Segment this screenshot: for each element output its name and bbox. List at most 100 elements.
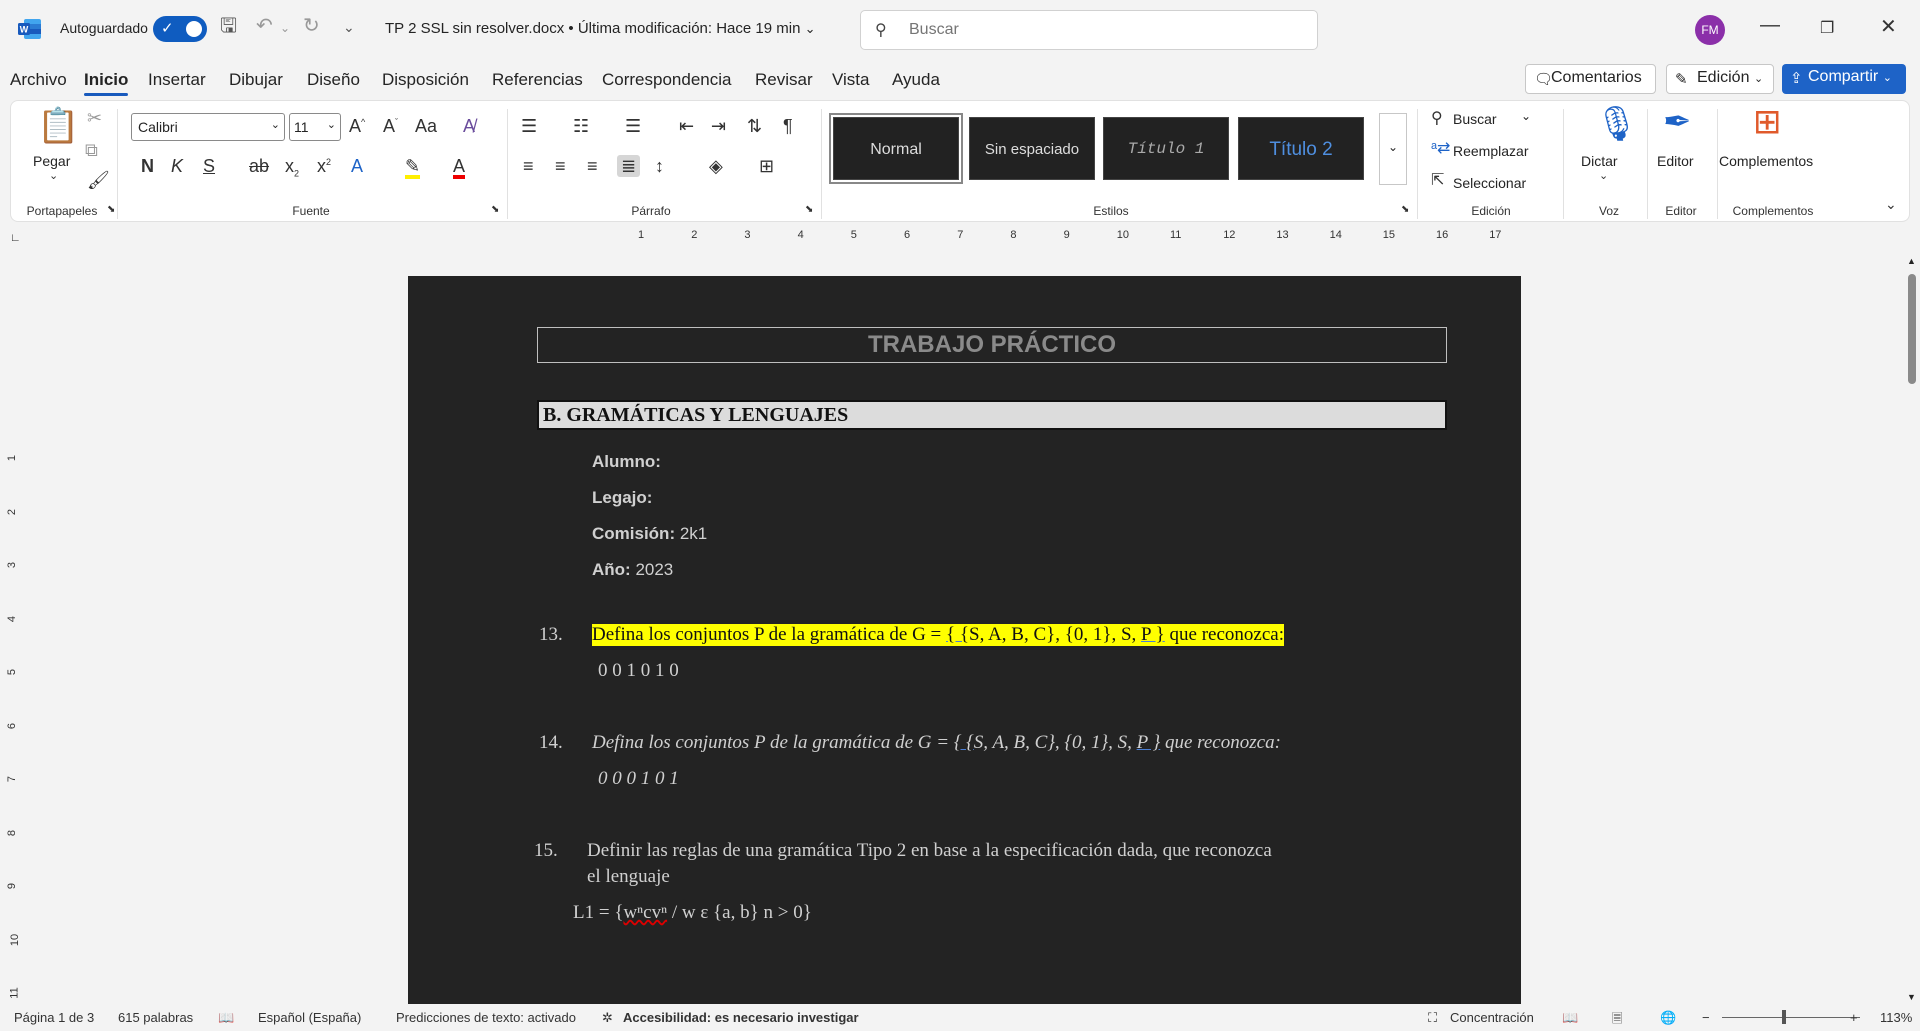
superscript-icon[interactable]: x2: [317, 157, 331, 175]
align-right-icon[interactable]: ≡: [587, 157, 598, 175]
change-case-icon[interactable]: Aa: [415, 117, 437, 135]
tab-inicio[interactable]: Inicio: [84, 70, 129, 96]
dialog-launcher-icon[interactable]: ⬊: [107, 205, 115, 215]
tab-diseno[interactable]: Diseño: [307, 70, 360, 90]
vertical-scrollbar[interactable]: ▲ ▼: [1904, 254, 1920, 1004]
proofing-icon[interactable]: 📖: [218, 1010, 234, 1026]
tab-ayuda[interactable]: Ayuda: [892, 70, 940, 90]
tab-archivo[interactable]: Archivo: [10, 70, 67, 90]
undo-icon[interactable]: ↶: [256, 16, 273, 36]
align-center-icon[interactable]: ≡: [555, 157, 566, 175]
subscript-icon[interactable]: x2: [285, 157, 299, 179]
style-heading-2[interactable]: Título 2: [1238, 117, 1364, 180]
avatar[interactable]: FM: [1695, 15, 1725, 45]
shrink-font-icon[interactable]: Aˇ: [383, 117, 398, 135]
grow-font-icon[interactable]: A^: [349, 117, 365, 135]
style-heading-1[interactable]: Título 1: [1103, 117, 1229, 180]
zoom-out-icon[interactable]: −: [1702, 1010, 1710, 1025]
paste-icon[interactable]: 📋: [37, 109, 79, 143]
bullets-icon[interactable]: ☰: [521, 117, 537, 135]
tab-correspondencia[interactable]: Correspondencia: [602, 70, 731, 90]
customize-toolbar-icon[interactable]: ⌄: [343, 20, 355, 34]
editing-mode-button[interactable]: ✎ Edición ⌄: [1666, 64, 1774, 94]
multilevel-list-icon[interactable]: ☰: [625, 117, 641, 135]
document-title[interactable]: TP 2 SSL sin resolver.docx • Última modi…: [385, 20, 816, 37]
redo-icon[interactable]: ↻: [303, 16, 320, 36]
replace-button[interactable]: Reemplazar: [1453, 143, 1528, 159]
numbering-icon[interactable]: ☷: [573, 117, 589, 135]
chevron-down-icon[interactable]: ⌄: [1521, 109, 1531, 123]
italic-icon[interactable]: K: [171, 157, 183, 175]
font-color-icon[interactable]: A: [453, 157, 466, 179]
style-no-spacing[interactable]: Sin espaciado: [969, 117, 1095, 180]
scroll-down-icon[interactable]: ▼: [1907, 992, 1916, 1002]
highlight-color-icon[interactable]: ✎: [405, 157, 421, 179]
save-icon[interactable]: 🖫: [220, 16, 237, 36]
collapse-ribbon-icon[interactable]: ⌄: [1885, 197, 1897, 211]
tab-vista[interactable]: Vista: [832, 70, 870, 90]
print-layout-icon[interactable]: 🗏: [1612, 1010, 1622, 1031]
justify-icon[interactable]: ≣: [617, 155, 641, 177]
read-mode-icon[interactable]: 📖: [1562, 1010, 1578, 1026]
dialog-launcher-icon[interactable]: ⬊: [491, 205, 499, 215]
document-page[interactable]: TRABAJO PRÁCTICO B. GRAMÁTICAS Y LENGUAJ…: [408, 276, 1521, 1004]
cut-icon[interactable]: ✂: [87, 109, 102, 127]
font-name-select[interactable]: Calibri ⌄: [131, 113, 285, 141]
strikethrough-icon[interactable]: ab: [249, 157, 269, 175]
sort-icon[interactable]: ⇅: [747, 117, 762, 135]
accessibility-status[interactable]: Accesibilidad: es necesario investigar: [623, 1010, 859, 1025]
text-effects-icon[interactable]: A: [351, 157, 363, 175]
dialog-launcher-icon[interactable]: ⬊: [805, 205, 813, 215]
editor-pen-icon[interactable]: ✒: [1663, 105, 1692, 139]
style-normal[interactable]: Normal: [829, 113, 963, 184]
addins-grid-icon[interactable]: ⊞: [1753, 105, 1782, 139]
editor-button[interactable]: Editor: [1657, 153, 1694, 169]
restore-icon[interactable]: ❐: [1820, 18, 1834, 38]
autosave-toggle[interactable]: ✓: [153, 16, 207, 42]
increase-indent-icon[interactable]: ⇥: [711, 117, 726, 135]
zoom-slider-thumb[interactable]: [1782, 1010, 1786, 1024]
comments-button[interactable]: 🗨 Comentarios: [1525, 64, 1656, 94]
undo-dropdown-icon[interactable]: ⌄: [280, 22, 290, 34]
microphone-icon[interactable]: 🎙: [1595, 107, 1638, 141]
zoom-level[interactable]: 113%: [1880, 1010, 1912, 1025]
close-icon[interactable]: ✕: [1880, 14, 1897, 39]
borders-icon[interactable]: ⊞: [759, 157, 774, 175]
word-count[interactable]: 615 palabras: [118, 1010, 193, 1025]
underline-icon[interactable]: S: [203, 157, 215, 175]
replace-icon[interactable]: ᵃ⇄: [1431, 141, 1450, 157]
paste-label[interactable]: Pegar: [33, 153, 70, 169]
scroll-up-icon[interactable]: ▲: [1907, 256, 1916, 266]
clear-formatting-icon[interactable]: A̸: [463, 117, 475, 135]
chevron-down-icon[interactable]: ⌄: [1599, 171, 1608, 182]
focus-mode-button[interactable]: Concentración: [1450, 1010, 1534, 1025]
bold-icon[interactable]: N: [141, 157, 154, 175]
tab-revisar[interactable]: Revisar: [755, 70, 813, 90]
styles-gallery-more[interactable]: ⌄: [1379, 113, 1407, 185]
tab-insertar[interactable]: Insertar: [148, 70, 206, 90]
page-count[interactable]: Página 1 de 3: [14, 1010, 94, 1025]
dialog-launcher-icon[interactable]: ⬊: [1401, 205, 1409, 215]
search-icon[interactable]: ⚲: [1431, 111, 1443, 127]
tab-disposicion[interactable]: Disposición: [382, 70, 469, 90]
align-left-icon[interactable]: ≡: [523, 157, 534, 175]
show-formatting-icon[interactable]: ¶: [783, 117, 793, 135]
tab-selector-icon[interactable]: ∟: [10, 232, 21, 244]
decrease-indent-icon[interactable]: ⇤: [679, 117, 694, 135]
find-button[interactable]: Buscar: [1453, 111, 1497, 127]
chevron-down-icon[interactable]: ⌄: [49, 171, 58, 182]
text-predictions-status[interactable]: Predicciones de texto: activado: [396, 1010, 576, 1025]
line-spacing-icon[interactable]: ↕: [655, 157, 664, 175]
tab-dibujar[interactable]: Dibujar: [229, 70, 283, 90]
zoom-slider[interactable]: [1722, 1017, 1860, 1018]
addins-button[interactable]: Complementos: [1719, 153, 1813, 169]
select-button[interactable]: Seleccionar: [1453, 175, 1526, 191]
spelling-error[interactable]: wⁿcvⁿ: [623, 902, 667, 923]
search-input[interactable]: [909, 19, 1289, 41]
select-cursor-icon[interactable]: ⇱: [1431, 173, 1444, 189]
dictate-button[interactable]: Dictar: [1581, 153, 1618, 169]
font-size-select[interactable]: 11 ⌄: [289, 113, 341, 141]
zoom-in-icon[interactable]: +: [1850, 1010, 1858, 1025]
share-button[interactable]: ⇪ Compartir ⌄: [1782, 64, 1906, 94]
shading-icon[interactable]: ◈: [709, 157, 723, 175]
